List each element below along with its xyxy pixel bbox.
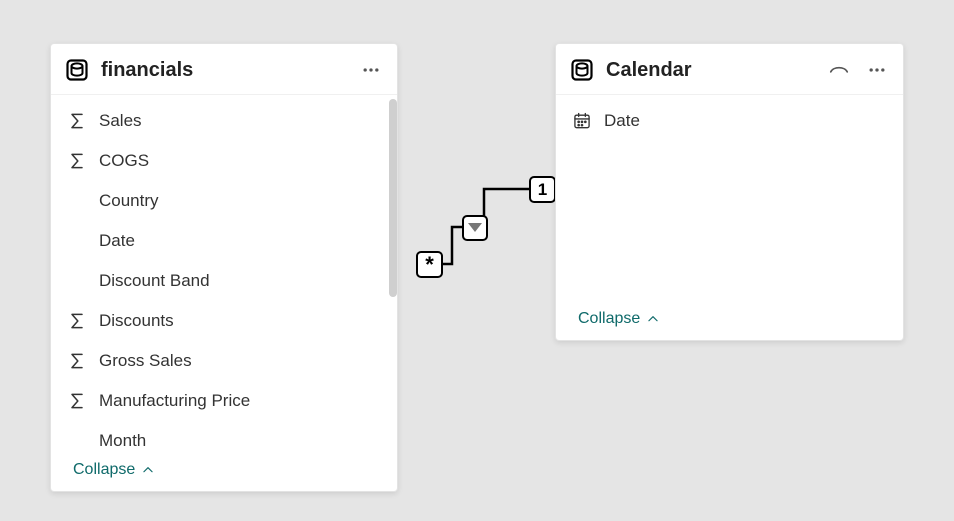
field-list: Sales COGS Country Date	[51, 95, 397, 453]
chevron-up-icon	[141, 463, 155, 477]
sigma-icon	[65, 349, 89, 373]
visibility-icon[interactable]	[827, 58, 851, 82]
collapse-button[interactable]: Collapse	[556, 302, 903, 340]
field-label: Discounts	[99, 311, 174, 331]
field-label: Country	[99, 191, 159, 211]
sigma-icon	[65, 389, 89, 413]
calendar-icon	[570, 109, 594, 133]
scrollbar[interactable]	[389, 99, 397, 297]
field-label: COGS	[99, 151, 149, 171]
cardinality-right: 1	[538, 180, 547, 199]
field-row[interactable]: Date	[51, 221, 397, 261]
more-options-button[interactable]	[865, 58, 889, 82]
field-row[interactable]: Manufacturing Price	[51, 381, 397, 421]
field-row[interactable]: Gross Sales	[51, 341, 397, 381]
table-title: Calendar	[606, 59, 692, 82]
field-row[interactable]: Sales	[51, 101, 397, 141]
table-card-financials[interactable]: financials Sales	[50, 43, 398, 492]
field-row[interactable]: Month	[51, 421, 397, 453]
table-title: financials	[101, 59, 193, 82]
table-icon	[570, 58, 594, 82]
collapse-label: Collapse	[578, 310, 640, 328]
field-row[interactable]: Date	[556, 101, 903, 141]
field-label: Manufacturing Price	[99, 391, 250, 411]
field-label: Month	[99, 431, 146, 451]
cardinality-left: *	[425, 252, 434, 277]
field-row[interactable]: Discounts	[51, 301, 397, 341]
field-label: Date	[604, 111, 640, 131]
field-row[interactable]: Country	[51, 181, 397, 221]
table-header: financials	[51, 44, 397, 95]
table-header: Calendar	[556, 44, 903, 95]
sigma-icon	[65, 149, 89, 173]
collapse-label: Collapse	[73, 461, 135, 479]
field-list: Date	[556, 95, 903, 141]
table-icon	[65, 58, 89, 82]
field-label: Date	[99, 231, 135, 251]
field-label: Discount Band	[99, 271, 210, 291]
table-card-calendar[interactable]: Calendar	[555, 43, 904, 341]
relationship-direction-icon[interactable]	[463, 216, 487, 240]
field-label: Sales	[99, 111, 142, 131]
field-row[interactable]: Discount Band	[51, 261, 397, 301]
chevron-up-icon	[646, 312, 660, 326]
more-options-button[interactable]	[359, 58, 383, 82]
field-row[interactable]: COGS	[51, 141, 397, 181]
collapse-button[interactable]: Collapse	[51, 453, 397, 491]
sigma-icon	[65, 109, 89, 133]
sigma-icon	[65, 309, 89, 333]
field-label: Gross Sales	[99, 351, 192, 371]
